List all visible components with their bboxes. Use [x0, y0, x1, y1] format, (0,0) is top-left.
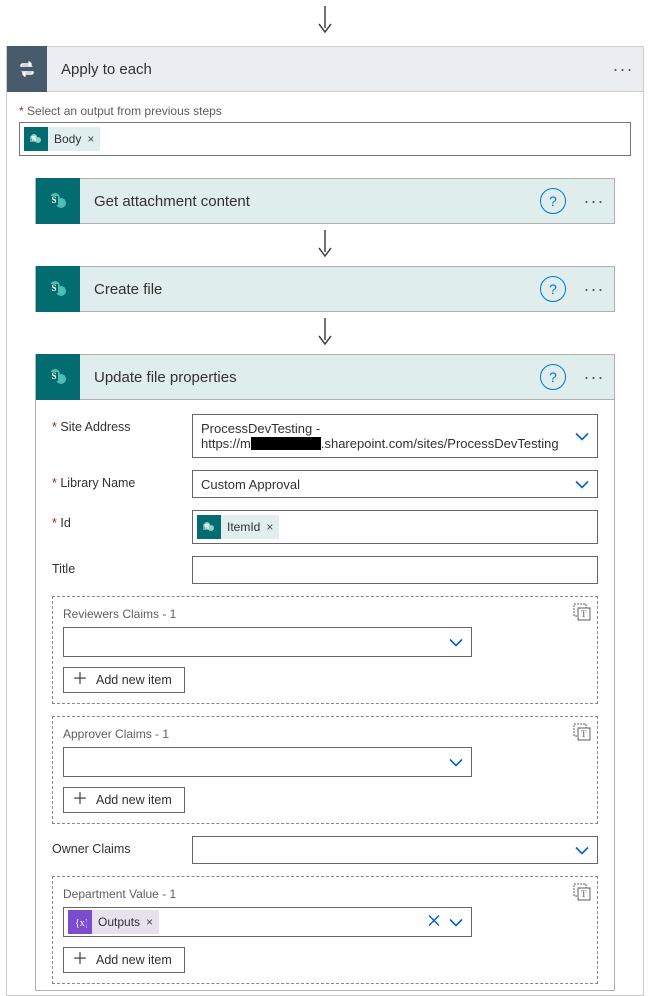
apply-to-each-body: * Select an output from previous steps S… — [6, 92, 644, 996]
fx-icon: {x} — [68, 910, 92, 934]
add-new-item-button[interactable]: ＋ Add new item — [63, 667, 185, 693]
redacted-block — [251, 437, 321, 450]
sharepoint-icon: S — [24, 127, 48, 151]
chevron-down-icon — [449, 755, 463, 770]
apply-to-each-title: Apply to each — [47, 61, 603, 78]
body-token-label: Body — [54, 132, 81, 146]
svg-text:S: S — [52, 283, 57, 293]
itemid-token[interactable]: S ItemId × — [197, 515, 279, 539]
department-value-item-input[interactable]: {x} Outputs × — [63, 907, 472, 937]
clear-icon[interactable] — [427, 914, 441, 931]
loop-icon — [7, 46, 47, 92]
add-new-item-button[interactable]: ＋ Add new item — [63, 787, 185, 813]
switch-mode-icon[interactable]: T — [573, 883, 591, 904]
reviewers-claims-group: Reviewers Claims - 1 T ＋ Add new item — [52, 596, 598, 704]
owner-claims-label: Owner Claims — [52, 836, 192, 856]
outputs-token-label: Outputs — [98, 915, 140, 929]
card-menu-icon[interactable]: ··· — [574, 191, 614, 212]
svg-text:{x}: {x} — [75, 918, 87, 929]
chevron-down-icon — [575, 477, 589, 492]
owner-claims-dropdown[interactable] — [192, 836, 598, 864]
outputs-token[interactable]: {x} Outputs × — [68, 910, 159, 934]
help-icon[interactable]: ? — [540, 188, 566, 214]
flow-arrow-top — [0, 0, 650, 46]
body-token[interactable]: S Body × — [24, 127, 100, 151]
create-file-title: Create file — [80, 281, 540, 298]
apply-to-each-menu-icon[interactable]: ··· — [603, 59, 643, 80]
svg-text:T: T — [581, 729, 587, 739]
sharepoint-action-icon: S — [36, 178, 80, 224]
title-input[interactable] — [192, 556, 598, 584]
apply-to-each-header[interactable]: Apply to each ··· — [6, 46, 644, 92]
department-value-label: Department Value - 1 — [63, 887, 587, 901]
chevron-down-icon — [575, 429, 589, 444]
select-output-input[interactable]: S Body × — [19, 122, 631, 156]
flow-arrow — [19, 312, 631, 354]
reviewers-claims-label: Reviewers Claims - 1 — [63, 607, 587, 621]
sharepoint-action-icon: S — [36, 354, 80, 400]
approver-claims-label: Approver Claims - 1 — [63, 727, 587, 741]
create-file-card[interactable]: S Create file ? ··· — [35, 266, 615, 312]
card-menu-icon[interactable]: ··· — [574, 367, 614, 388]
svg-text:S: S — [52, 371, 57, 381]
approver-claims-item-dropdown[interactable] — [63, 747, 472, 777]
site-address-label: * Site Address — [52, 414, 192, 434]
add-new-item-button[interactable]: ＋ Add new item — [63, 947, 185, 973]
svg-text:S: S — [32, 135, 36, 143]
approver-claims-group: Approver Claims - 1 T ＋ Add new item — [52, 716, 598, 824]
get-attachment-title: Get attachment content — [80, 193, 540, 210]
switch-mode-icon[interactable]: T — [573, 603, 591, 624]
itemid-token-label: ItemId — [227, 520, 260, 534]
library-name-label: * Library Name — [52, 470, 192, 490]
site-address-value-line2: https://m.sharepoint.com/sites/ProcessDe… — [201, 436, 567, 451]
svg-text:T: T — [581, 609, 587, 619]
title-label: Title — [52, 556, 192, 576]
chevron-down-icon — [449, 635, 463, 650]
chevron-down-icon — [575, 843, 589, 858]
help-icon[interactable]: ? — [540, 364, 566, 390]
switch-mode-icon[interactable]: T — [573, 723, 591, 744]
site-address-dropdown[interactable]: ProcessDevTesting - https://m.sharepoint… — [192, 414, 598, 458]
svg-text:S: S — [52, 195, 57, 205]
svg-text:S: S — [205, 523, 209, 531]
svg-text:T: T — [581, 889, 587, 899]
update-file-properties-body: * Site Address ProcessDevTesting - https… — [35, 400, 615, 991]
flow-arrow — [19, 224, 631, 266]
plus-icon: ＋ — [72, 952, 88, 968]
plus-icon: ＋ — [72, 792, 88, 808]
reviewers-claims-item-dropdown[interactable] — [63, 627, 472, 657]
select-output-label: * Select an output from previous steps — [19, 104, 631, 118]
sharepoint-icon: S — [197, 515, 221, 539]
id-input[interactable]: S ItemId × — [192, 510, 598, 544]
id-label: * Id — [52, 510, 192, 530]
update-file-properties-title: Update file properties — [80, 369, 540, 386]
library-name-dropdown[interactable]: Custom Approval — [192, 470, 598, 498]
get-attachment-content-card[interactable]: S Get attachment content ? ··· — [35, 178, 615, 224]
remove-token-icon[interactable]: × — [87, 132, 94, 146]
update-file-properties-card[interactable]: S Update file properties ? ··· — [35, 354, 615, 400]
sharepoint-action-icon: S — [36, 266, 80, 312]
library-name-value: Custom Approval — [201, 477, 300, 492]
chevron-down-icon — [449, 915, 463, 930]
site-address-value-line1: ProcessDevTesting - — [201, 421, 567, 436]
plus-icon: ＋ — [72, 672, 88, 688]
remove-token-icon[interactable]: × — [146, 915, 153, 929]
card-menu-icon[interactable]: ··· — [574, 279, 614, 300]
remove-token-icon[interactable]: × — [266, 520, 273, 534]
department-value-group: Department Value - 1 T {x} Outputs × — [52, 876, 598, 984]
help-icon[interactable]: ? — [540, 276, 566, 302]
